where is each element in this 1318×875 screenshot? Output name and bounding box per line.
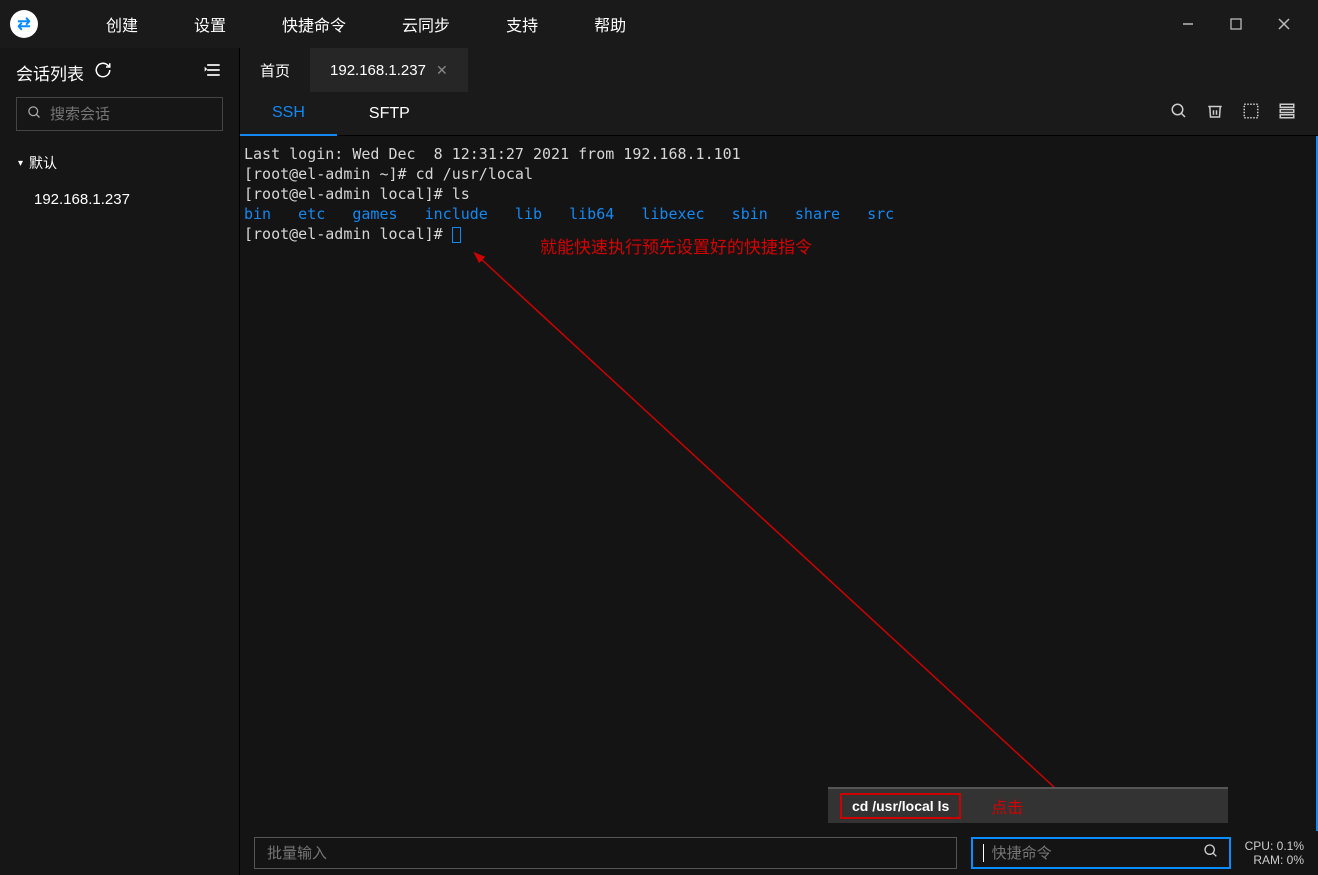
menubar: ⇄ 创建 设置 快捷命令 云同步 支持 帮助 (0, 0, 1318, 48)
annotation-text: 就能快速执行预先设置好的快捷指令 (540, 238, 812, 258)
close-button[interactable] (1260, 0, 1308, 48)
bottom-bar: CPU: 0.1% RAM: 0% (240, 831, 1318, 875)
trash-icon[interactable] (1206, 102, 1224, 125)
layout-icon[interactable] (1278, 102, 1296, 125)
menu-support[interactable]: 支持 (478, 12, 566, 36)
chevron-down-icon: ▾ (18, 158, 23, 169)
minimize-button[interactable] (1164, 0, 1212, 48)
menu-shortcut[interactable]: 快捷命令 (254, 12, 374, 36)
quick-command-input[interactable] (992, 845, 1195, 862)
tab-home[interactable]: 首页 (240, 48, 310, 92)
refresh-icon[interactable] (94, 61, 112, 84)
menu-help[interactable]: 帮助 (566, 12, 654, 36)
search-icon (27, 105, 42, 124)
tab-session[interactable]: 192.168.1.237 ✕ (310, 48, 468, 92)
subtabs-row: SSH SFTP (240, 92, 1318, 136)
maximize-button[interactable] (1212, 0, 1260, 48)
terminal-line: [root@el-admin local]# ls (244, 184, 1312, 204)
grid-icon[interactable] (1242, 102, 1260, 125)
annotation-arrow-icon (470, 248, 1090, 808)
stats: CPU: 0.1% RAM: 0% (1245, 839, 1304, 867)
window-controls (1164, 0, 1308, 48)
menu-settings[interactable]: 设置 (166, 12, 254, 36)
sidebar: 会话列表 ▾ 默认 192.168.1.237 (0, 48, 240, 875)
search-terminal-icon[interactable] (1170, 102, 1188, 125)
quick-command-container[interactable] (971, 837, 1231, 869)
menu-cloudsync[interactable]: 云同步 (374, 12, 478, 36)
subtab-sftp[interactable]: SFTP (337, 92, 442, 136)
terminal-line: [root@el-admin ~]# cd /usr/local (244, 164, 1312, 184)
main-area: 首页 192.168.1.237 ✕ SSH SFTP (240, 48, 1318, 875)
sidebar-header: 会话列表 (0, 48, 239, 97)
tabs-row: 首页 192.168.1.237 ✕ (240, 48, 1318, 92)
terminal-line: Last login: Wed Dec 8 12:31:27 2021 from… (244, 144, 1312, 164)
sidebar-search-input[interactable] (50, 106, 249, 123)
batch-input-container[interactable] (254, 837, 957, 869)
annotation-click-label: 点击 (991, 794, 1023, 818)
cpu-label: CPU: 0.1% (1245, 839, 1304, 853)
sidebar-title: 会话列表 (16, 60, 84, 85)
collapse-sidebar-icon[interactable] (203, 60, 223, 85)
batch-input[interactable] (267, 845, 944, 862)
sidebar-item-session[interactable]: 192.168.1.237 (0, 183, 239, 216)
shortcut-popup: cd /usr/local ls 点击 (828, 787, 1228, 823)
sidebar-search[interactable] (16, 97, 223, 131)
menu-create[interactable]: 创建 (78, 12, 166, 36)
search-icon[interactable] (1203, 843, 1219, 864)
text-cursor-icon (983, 844, 984, 862)
ram-label: RAM: 0% (1245, 853, 1304, 867)
tab-close-icon[interactable]: ✕ (436, 62, 448, 79)
terminal[interactable]: Last login: Wed Dec 8 12:31:27 2021 from… (240, 136, 1318, 831)
terminal-dirs: bin etc games include lib lib64 libexec … (244, 204, 1312, 224)
sidebar-group-default[interactable]: ▾ 默认 (0, 143, 239, 183)
subtab-ssh[interactable]: SSH (240, 92, 337, 136)
shortcut-command-button[interactable]: cd /usr/local ls (840, 793, 961, 819)
app-logo-icon: ⇄ (10, 10, 38, 38)
cursor-icon (452, 227, 461, 243)
